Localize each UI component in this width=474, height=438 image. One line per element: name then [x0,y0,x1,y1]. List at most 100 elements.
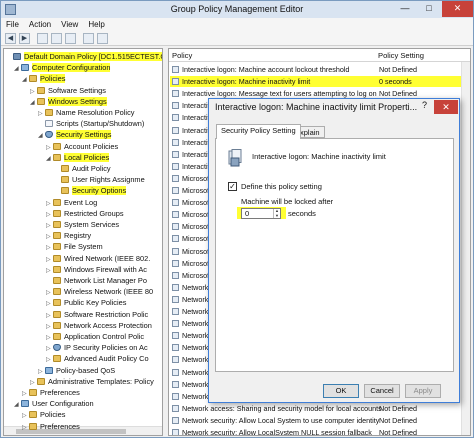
policy-row-icon [172,416,179,424]
tree-node-label: Windows Settings [48,96,107,106]
console-tree[interactable]: Default Domain Policy [DC1.515ECTEST.COM… [3,48,163,436]
expand-arrow-icon[interactable]: ◢ [14,64,21,75]
tree-node[interactable]: Scripts (Startup/Shutdown) [38,118,144,129]
menu-bar: File Action View Help [1,18,473,31]
properties-icon[interactable] [97,33,108,44]
menu-action[interactable]: Action [24,18,56,29]
ok-button[interactable]: OK [323,384,359,398]
tree-node[interactable]: ◢ Security Settings [38,129,112,142]
table-row[interactable]: Interactive logon: Machine account locko… [170,64,470,75]
tree-node[interactable]: ◢ Local Policies [46,152,110,165]
tree-node-label: Software Settings [48,85,106,95]
tree-node[interactable]: Network List Manager Po [46,275,147,286]
tree-node[interactable]: ◢ Computer Configuration [14,62,111,75]
folder-icon [29,75,37,83]
export-list-icon[interactable] [65,33,76,44]
menu-file[interactable]: File [1,18,24,29]
tree-node[interactable]: ▷ Preferences [22,421,80,432]
tree-node[interactable]: ▷ Public Key Policies [46,297,126,308]
close-button[interactable]: ✕ [442,1,473,17]
tree-node[interactable]: ▷ Account Policies [46,141,118,152]
policy-row-icon [172,295,179,303]
doc-icon [45,120,53,128]
menu-help[interactable]: Help [83,18,109,29]
tree-node-label: Name Resolution Policy [56,108,135,117]
inactivity-seconds-spinner[interactable]: 0 ▲ ▼ [241,208,281,219]
table-row[interactable]: Network security: Allow Local System to … [170,415,470,426]
list-vertical-scrollbar[interactable] [461,62,470,435]
table-row[interactable]: Network security: Allow LocalSystem NULL… [170,427,470,435]
spinner-arrows-icon[interactable]: ▲ ▼ [273,208,280,218]
define-policy-label: Define this policy setting [241,182,322,191]
tree-node[interactable]: ▷ Windows Firewall with Ac [46,264,147,275]
up-folder-icon[interactable] [37,33,48,44]
tree-node[interactable]: ▷ Administrative Templates: Policy [30,376,154,387]
expand-arrow-icon[interactable]: ◢ [22,75,29,86]
tab-page: Interactive logon: Machine inactivity li… [215,138,454,372]
tree-node[interactable]: ▷ System Services [46,219,119,230]
menu-view[interactable]: View [56,18,83,29]
policy-row-icon [172,429,179,435]
tree-node-label: Administrative Templates: Policy [48,376,154,386]
tree-node[interactable]: ▷ Wireless Network (IEEE 80 [46,286,153,297]
expand-arrow-icon[interactable]: ◢ [38,131,45,142]
expand-arrow-icon[interactable]: ▷ [22,423,29,434]
dialog-help-button[interactable]: ? [417,100,432,114]
apply-button[interactable]: Apply [405,384,441,398]
tree-node-label: Event Log [64,197,98,207]
maximize-button[interactable]: □ [417,1,441,17]
tree-node[interactable]: Default Domain Policy [DC1.515ECTEST.COM… [6,51,162,62]
dialog-close-button[interactable]: ✕ [434,100,458,114]
tree-node[interactable]: ◢ Windows Settings [30,96,107,107]
folder-icon [53,153,61,161]
policy-row-icon [172,235,179,243]
tree-node[interactable]: ▷ Registry [46,230,91,241]
tab-security-policy-setting[interactable]: Security Policy Setting [216,124,301,139]
tree-node[interactable]: Security Options [54,185,127,196]
tree-node[interactable]: ◢ User Configuration [14,398,94,409]
tree-node[interactable]: ▷ Advanced Audit Policy Co [46,353,149,364]
back-icon[interactable]: ◀ [5,33,16,44]
tree-node[interactable]: ▷ Policy-based QoS [38,365,115,376]
policy-icon [228,149,242,167]
book-icon [13,53,21,60]
forward-icon[interactable]: ▶ [19,33,30,44]
policy-row-icon [172,308,179,315]
show-hide-tree-icon[interactable] [51,33,62,44]
tree-node[interactable]: ▷ Application Control Polic [46,331,144,342]
policy-cell: Network access: Sharing and security mod… [182,403,382,413]
tree-node[interactable]: ▷ Wired Network (IEEE 802. [46,253,150,264]
seconds-value[interactable]: 0 [245,209,249,218]
tree-node-label: System Services [64,220,120,229]
tree-node[interactable]: Audit Policy [54,163,111,174]
tree-node[interactable]: ▷ Software Settings [30,85,106,96]
table-row[interactable]: Network access: Sharing and security mod… [170,403,470,414]
expand-arrow-icon[interactable]: ◢ [30,98,37,109]
tree-node[interactable]: User Rights Assignme [54,174,145,185]
tree-node[interactable]: ▷ Event Log [46,197,97,208]
tree-node[interactable]: ▷ Preferences [22,387,80,398]
minimize-button[interactable]: — [393,1,417,17]
policy-row-icon [172,356,179,364]
tree-node[interactable]: ▷ Network Access Protection [46,320,152,331]
tree-node[interactable]: ▷ Policies [22,409,65,420]
tree-node[interactable]: ▷ Name Resolution Policy [38,107,134,118]
cancel-button[interactable]: Cancel [364,384,400,398]
tree-node-label: Audit Policy [72,164,111,173]
column-header-setting[interactable]: Policy Setting [378,51,424,60]
folder-icon [29,389,37,396]
tree-node[interactable]: ▷ Restricted Groups [46,208,124,219]
define-policy-checkbox[interactable]: ✓ [228,182,237,191]
table-row[interactable]: Interactive logon: Machine inactivity li… [170,76,470,88]
expand-arrow-icon[interactable]: ◢ [14,400,21,411]
policy-row-icon [172,211,179,219]
column-header-policy[interactable]: Policy [172,51,192,60]
help-icon[interactable] [83,33,94,44]
folder-icon [37,377,45,385]
tree-node[interactable]: ▷ Software Restriction Polic [46,309,148,320]
tree-node[interactable]: ◢ Policies [22,73,66,86]
tree-node[interactable]: ▷ IP Security Policies on Ac [46,342,148,353]
tree-node[interactable]: ▷ File System [46,241,103,252]
expand-arrow-icon[interactable]: ◢ [46,154,53,165]
tree-node-label: Local Policies [64,152,110,162]
